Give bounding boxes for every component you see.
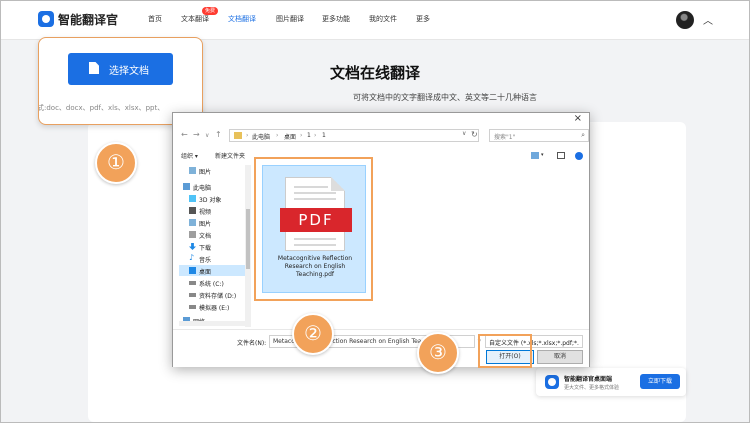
computer-icon	[183, 183, 190, 190]
search-icon: ⌕	[581, 131, 585, 139]
nav-home[interactable]: 首页	[148, 14, 162, 24]
doc-line	[294, 186, 328, 188]
pdf-file-name: Metacognitive Reflection Research on Eng…	[277, 255, 353, 278]
back-arrow-icon[interactable]: ←	[181, 130, 188, 139]
doc-line	[294, 192, 336, 194]
page-fold	[331, 177, 345, 191]
cancel-button[interactable]: 取消	[537, 350, 583, 364]
breadcrumb-sep-icon: ›	[300, 132, 303, 139]
3d-objects-icon	[189, 195, 196, 202]
nav-item-drive-c[interactable]: 系统 (C:)	[179, 277, 245, 288]
pdf-file-item[interactable]: PDF Metacognitive Reflection Research on…	[262, 165, 366, 293]
breadcrumb-sep-icon: ›	[314, 132, 317, 139]
file-open-dialog: × ← → ∨ ↑ › 此电脑 › 桌面 › 1 › 1 ∨ ↻ 搜索"1" ⌕…	[172, 112, 590, 367]
step-3-marker: ③	[417, 332, 459, 374]
nav-item-3d-objects[interactable]: 3D 对象	[179, 193, 245, 204]
file-type-filter[interactable]: 自定义文件 (*.xls;*.xlsx;*.pdf;*.	[485, 335, 583, 348]
pdf-badge: PDF	[280, 208, 352, 232]
nav-item-drive-d[interactable]: 资料存储 (D:)	[179, 289, 245, 300]
select-document-label: 选择文档	[109, 66, 149, 77]
forward-arrow-icon[interactable]: →	[193, 130, 200, 139]
doc-line	[294, 244, 336, 246]
file-icon	[89, 62, 99, 74]
dialog-footer: 文件名(N): Metacognitive Reflection Researc…	[173, 329, 589, 367]
user-avatar[interactable]	[676, 11, 694, 29]
pictures-icon	[189, 219, 196, 226]
top-nav-bar: 智能翻译官 首页 文本翻译 免费 文档翻译 图片翻译 更多功能 我的文件 更多 …	[0, 0, 750, 40]
app-logo-icon	[38, 11, 54, 27]
view-options-icon[interactable]	[531, 152, 539, 159]
nav-item-drive-e[interactable]: 模拟器 (E:)	[179, 301, 245, 312]
close-icon[interactable]: ×	[574, 113, 582, 124]
doc-line	[294, 198, 336, 200]
music-icon: ♪	[189, 253, 195, 262]
download-now-button[interactable]: 立即下载	[640, 374, 680, 389]
pdf-file-icon: PDF	[280, 177, 352, 251]
breadcrumb-folder-1b[interactable]: 1	[322, 132, 326, 139]
breadcrumb-folder-1[interactable]: 1	[307, 132, 311, 139]
organize-menu[interactable]: 组织 ▾	[181, 151, 198, 160]
preview-pane-icon[interactable]	[557, 152, 565, 159]
scrollbar-thumb[interactable]	[246, 209, 250, 269]
nav-item-this-pc[interactable]: 此电脑	[179, 181, 245, 192]
file-list-area: PDF Metacognitive Reflection Research on…	[255, 165, 585, 327]
supported-formats: 式:doc、docx、pdf、xls、xlsx、ppt、	[38, 104, 165, 112]
select-document-button[interactable]: 选择文档	[68, 53, 173, 85]
step-1-marker: ①	[95, 142, 137, 184]
free-badge: 免费	[202, 7, 219, 15]
dialog-toolbar: 组织 ▾ 新建文件夹 ▾	[173, 149, 589, 163]
search-input[interactable]: 搜索"1" ⌕	[489, 129, 589, 142]
nav-document-translate[interactable]: 文档翻译	[228, 14, 256, 24]
filename-dropdown-icon[interactable]: ∨	[477, 338, 481, 345]
breadcrumb-sep-icon: ›	[246, 132, 249, 139]
download-title: 智能翻译官桌面端	[564, 376, 613, 383]
nav-more-features[interactable]: 更多功能	[322, 14, 350, 24]
desktop-icon	[189, 267, 196, 274]
help-icon[interactable]	[575, 152, 583, 160]
filename-label: 文件名(N):	[237, 340, 267, 347]
view-dropdown-icon[interactable]: ▾	[541, 152, 544, 158]
videos-icon	[189, 207, 196, 214]
navigation-pane: 图片 此电脑 3D 对象 视频 图片 文档 下载 ♪ 音乐 桌面 系统 (C:)…	[179, 165, 253, 329]
nav-item-downloads[interactable]: 下载	[179, 241, 245, 252]
drive-icon	[189, 293, 196, 297]
nav-my-files[interactable]: 我的文件	[369, 14, 397, 24]
nav-item-videos[interactable]: 视频	[179, 205, 245, 216]
chevron-down-icon[interactable]: ∨	[205, 132, 209, 139]
new-folder-button[interactable]: 新建文件夹	[215, 151, 245, 160]
breadcrumb-sep-icon: ›	[276, 132, 279, 139]
up-arrow-icon[interactable]: ↑	[215, 130, 222, 139]
nav-item-pictures-top[interactable]: 图片	[179, 165, 245, 176]
downloads-icon	[189, 243, 196, 250]
nav-pane-hscrollbar[interactable]	[179, 321, 249, 326]
nav-pane-scrollbar[interactable]	[245, 165, 251, 327]
breadcrumb-this-pc[interactable]: 此电脑	[252, 132, 270, 141]
nav-item-documents[interactable]: 文档	[179, 229, 245, 240]
app-name: 智能翻译官	[58, 13, 119, 27]
pictures-icon	[189, 167, 196, 174]
app-logo-icon	[545, 375, 559, 389]
refresh-icon[interactable]: ↻	[471, 130, 478, 139]
nav-more[interactable]: 更多	[416, 14, 430, 24]
address-bar[interactable]: › 此电脑 › 桌面 › 1 › 1	[229, 129, 479, 142]
drive-icon	[189, 305, 196, 309]
nav-image-translate[interactable]: 图片翻译	[276, 14, 304, 24]
nav-text-translate[interactable]: 文本翻译	[181, 14, 209, 24]
address-row: ← → ∨ ↑ › 此电脑 › 桌面 › 1 › 1 ∨ ↻ 搜索"1" ⌕	[179, 129, 589, 143]
nav-item-desktop[interactable]: 桌面	[179, 265, 245, 276]
chevron-up-icon[interactable]: ︿	[703, 12, 713, 27]
desktop-download-panel: 智能翻译官桌面端 更大文件、更多格式体验 立即下载	[536, 368, 686, 396]
download-desc: 更大文件、更多格式体验	[564, 385, 620, 391]
nav-item-music[interactable]: ♪ 音乐	[179, 253, 245, 264]
breadcrumb-desktop[interactable]: 桌面	[284, 132, 296, 141]
nav-item-pictures[interactable]: 图片	[179, 217, 245, 228]
folder-icon	[234, 132, 242, 139]
drive-icon	[189, 281, 196, 285]
documents-icon	[189, 231, 196, 238]
step-2-marker: ②	[292, 313, 334, 355]
search-placeholder: 搜索"1"	[494, 134, 516, 141]
doc-line	[294, 238, 336, 240]
open-button[interactable]: 打开(O)	[486, 350, 534, 364]
address-dropdown-icon[interactable]: ∨	[462, 130, 466, 137]
